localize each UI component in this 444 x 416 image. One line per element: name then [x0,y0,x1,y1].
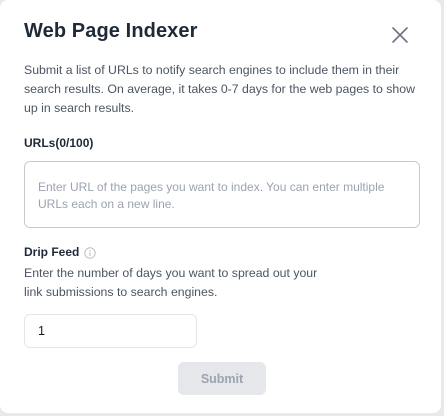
close-icon[interactable] [390,25,410,45]
urls-textarea[interactable] [24,161,420,228]
close-button[interactable] [390,25,410,45]
web-page-indexer-dialog: Web Page Indexer Submit a list of URLs t… [0,0,441,413]
drip-feed-description: Enter the number of days you want to spr… [24,266,318,299]
urls-label: URLs(0/100) [24,136,94,150]
dialog-description: Submit a list of URLs to notify search e… [24,63,415,115]
submit-button[interactable]: Submit [178,362,266,395]
info-icon[interactable] [84,246,97,259]
drip-feed-label-row: Drip Feed [24,245,97,259]
drip-feed-days-input[interactable] [24,314,197,348]
drip-feed-label: Drip Feed [24,245,80,259]
dialog-title: Web Page Indexer [24,20,198,42]
